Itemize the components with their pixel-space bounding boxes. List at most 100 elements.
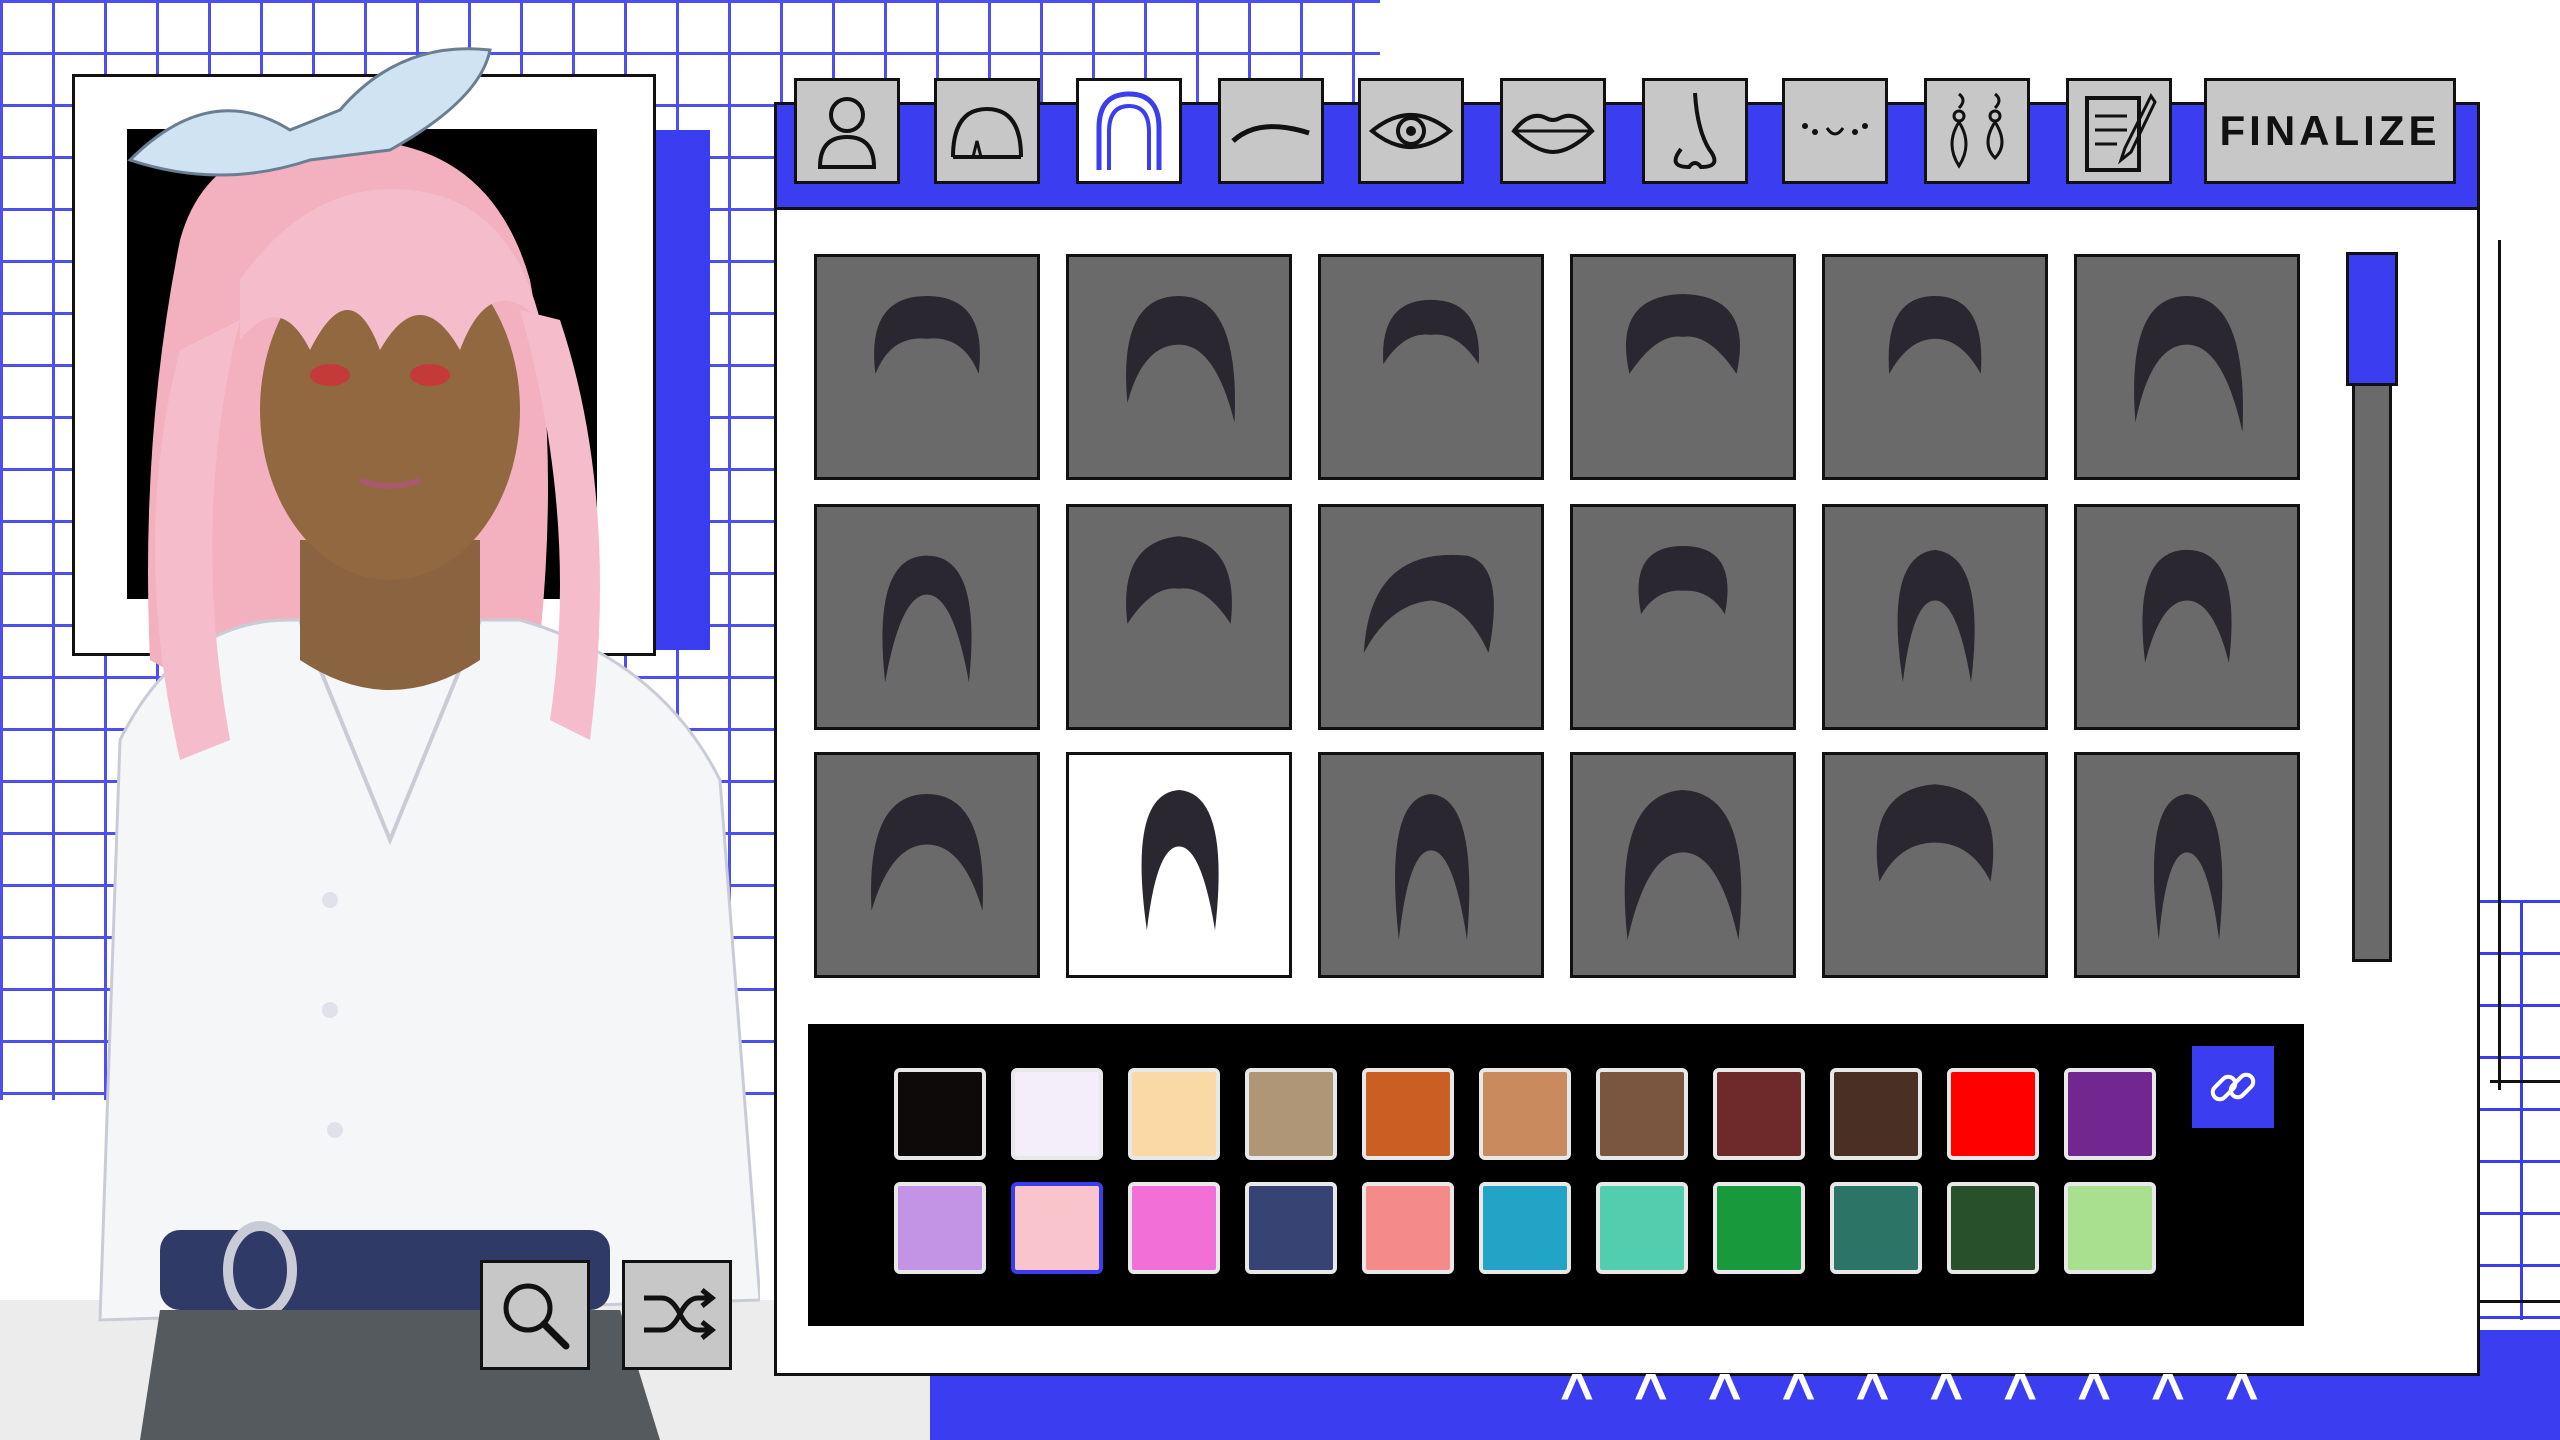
hair-style-icon: [2153, 793, 2223, 940]
hair-style-option[interactable]: [1066, 752, 1292, 978]
color-swatch[interactable]: [1947, 1182, 2039, 1274]
tab-notes[interactable]: [2066, 78, 2172, 184]
hair-style-icon: [882, 555, 972, 683]
color-swatch[interactable]: [1128, 1182, 1220, 1274]
hair-style-option[interactable]: [1318, 254, 1544, 480]
character-preview: [98, 47, 760, 1440]
hair-style-option[interactable]: [1822, 752, 2048, 978]
color-swatch[interactable]: [1479, 1182, 1571, 1274]
hair-icon: [1096, 91, 1162, 170]
tab-eyes[interactable]: [1358, 78, 1464, 184]
head-shape-icon: [951, 106, 1023, 159]
scrollbar-thumb[interactable]: [2346, 252, 2398, 386]
hair-style-option[interactable]: [1066, 504, 1292, 730]
color-swatch[interactable]: [1596, 1182, 1688, 1274]
tab-body[interactable]: [794, 78, 900, 184]
chevron-up-icon: ^: [1781, 1362, 1816, 1427]
color-swatch[interactable]: [1947, 1068, 2039, 1160]
color-swatch[interactable]: [2064, 1182, 2156, 1274]
hair-style-icon: [1897, 549, 1975, 683]
color-swatch[interactable]: [894, 1068, 986, 1160]
color-swatch[interactable]: [1011, 1182, 1103, 1274]
color-swatch[interactable]: [1830, 1182, 1922, 1274]
hair-style-option[interactable]: [814, 752, 1040, 978]
magnifier-icon: [503, 1283, 570, 1350]
hair-style-option[interactable]: [2074, 254, 2300, 480]
freckles-icon: [1802, 123, 1868, 136]
hair-style-option[interactable]: [1570, 254, 1796, 480]
earrings-icon: [1950, 92, 2004, 169]
hair-style-option[interactable]: [1570, 752, 1796, 978]
hair-style-option[interactable]: [1570, 504, 1796, 730]
tab-head-shape[interactable]: [934, 78, 1040, 184]
hair-style-icon: [1395, 793, 1470, 940]
color-swatch[interactable]: [1362, 1068, 1454, 1160]
eyebrow-icon: [1231, 124, 1310, 143]
zoom-button[interactable]: [480, 1260, 590, 1370]
color-swatch[interactable]: [1596, 1068, 1688, 1160]
color-swatch[interactable]: [1011, 1068, 1103, 1160]
hair-style-icon: [1363, 554, 1494, 654]
tab-lips[interactable]: [1500, 78, 1606, 184]
color-swatch[interactable]: [1830, 1068, 1922, 1160]
chevron-up-icon: ^: [1633, 1362, 1668, 1427]
chevron-up-icon: ^: [2003, 1362, 2038, 1427]
deco-line: [2480, 1300, 2560, 1303]
person-icon: [817, 97, 877, 169]
hair-style-option[interactable]: [1066, 254, 1292, 480]
randomize-button[interactable]: [622, 1260, 732, 1370]
eye-icon: [1368, 113, 1454, 149]
tab-hair[interactable]: [1076, 78, 1182, 184]
tab-nose[interactable]: [1642, 78, 1748, 184]
finalize-button[interactable]: FINALIZE: [2204, 78, 2456, 184]
color-swatch[interactable]: [1245, 1068, 1337, 1160]
color-swatch[interactable]: [1362, 1182, 1454, 1274]
shuffle-icon: [644, 1288, 716, 1340]
color-swatch[interactable]: [1713, 1182, 1805, 1274]
hair-style-option[interactable]: [1318, 504, 1544, 730]
chevron-up-icon: ^: [1929, 1362, 1964, 1427]
chevron-up-icon: ^: [1560, 1362, 1594, 1427]
color-swatch[interactable]: [1128, 1068, 1220, 1160]
hair-style-icon: [2134, 295, 2243, 433]
hair-style-option[interactable]: [814, 254, 1040, 480]
hair-style-icon: [874, 295, 980, 374]
hair-style-icon: [1141, 790, 1219, 931]
link-colors-button[interactable]: [2192, 1046, 2274, 1128]
tab-accessories[interactable]: [1924, 78, 2030, 184]
hair-style-icon: [1126, 536, 1232, 624]
hair-style-option[interactable]: [2074, 504, 2300, 730]
chevron-up-icon: ^: [2224, 1362, 2259, 1427]
nose-icon: [1673, 92, 1717, 170]
chevron-up-icon: ^: [1707, 1362, 1742, 1427]
hair-style-option[interactable]: [1822, 504, 2048, 730]
hair-style-icon: [1625, 293, 1741, 374]
hair-style-icon: [1888, 295, 1982, 374]
chevron-up-icon: ^: [2077, 1362, 2111, 1427]
hair-style-option[interactable]: [1318, 752, 1544, 978]
hair-style-icon: [2142, 549, 2232, 663]
chevron-up-icon: ^: [1855, 1362, 1890, 1427]
tab-eyebrows[interactable]: [1218, 78, 1324, 184]
link-icon: [2210, 1072, 2256, 1102]
decorative-chevrons: ^ ^ ^ ^ ^ ^ ^ ^ ^ ^: [1560, 1362, 2520, 1427]
color-swatch[interactable]: [1713, 1068, 1805, 1160]
color-swatch[interactable]: [2064, 1068, 2156, 1160]
color-swatch[interactable]: [1245, 1182, 1337, 1274]
hair-style-icon: [1383, 299, 1479, 365]
hair-style-icon: [1624, 790, 1742, 940]
lips-icon: [1511, 113, 1595, 155]
hair-style-icon: [1638, 545, 1728, 615]
deco-line: [2498, 240, 2501, 1090]
hair-style-option[interactable]: [814, 504, 1040, 730]
tab-facial-marks[interactable]: [1782, 78, 1888, 184]
hair-style-icon: [871, 793, 983, 911]
hair-style-icon: [1876, 784, 1994, 882]
chevron-up-icon: ^: [2151, 1362, 2185, 1427]
notepad-icon: [2085, 93, 2157, 172]
hair-style-icon: [1126, 295, 1235, 423]
color-swatch[interactable]: [1479, 1068, 1571, 1160]
hair-style-option[interactable]: [1822, 254, 2048, 480]
hair-style-option[interactable]: [2074, 752, 2300, 978]
color-swatch[interactable]: [894, 1182, 986, 1274]
